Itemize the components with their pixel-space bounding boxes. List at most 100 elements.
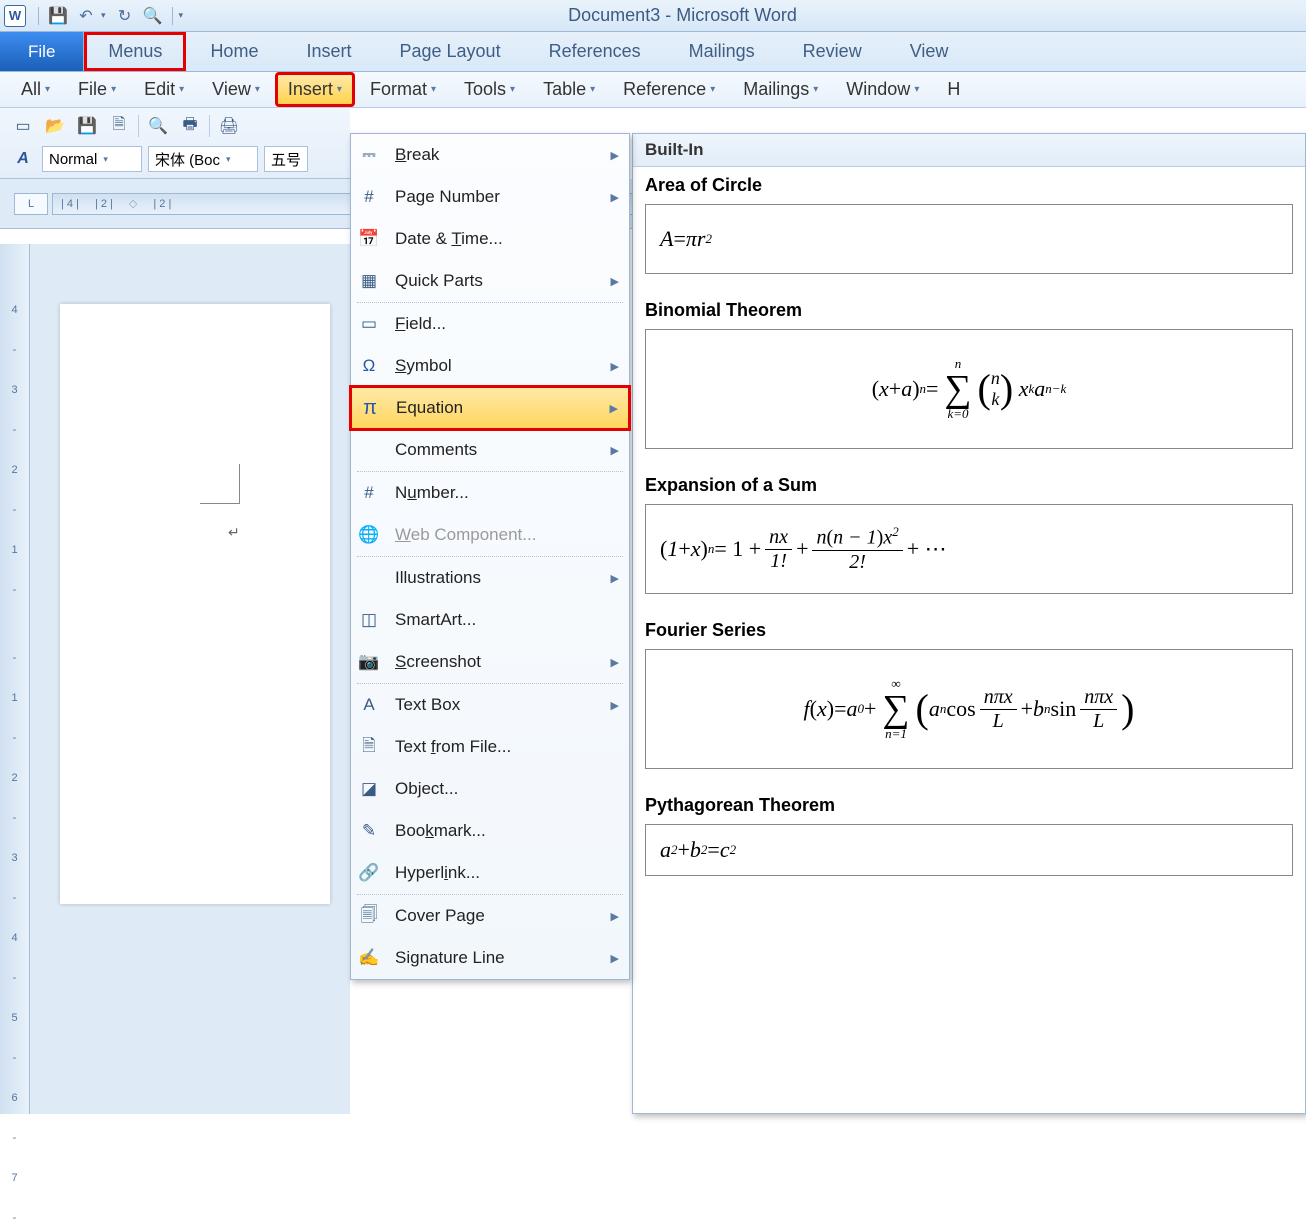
menu-item-break[interactable]: ⎓Break▶	[351, 134, 629, 176]
print-preview-icon[interactable]: 🔍	[145, 114, 171, 138]
classic-menu-view[interactable]: View▾	[201, 74, 271, 105]
menu-item-text-from-file[interactable]: 🗎Text from File...	[351, 726, 629, 768]
menu-item-screenshot[interactable]: 📷Screenshot▶	[351, 641, 629, 683]
classic-menu-edit[interactable]: Edit▾	[133, 74, 195, 105]
redo-icon[interactable]: ↻	[116, 7, 134, 25]
menu-item-signature-line[interactable]: ✍Signature Line▶	[351, 937, 629, 979]
qat-separator	[172, 7, 173, 25]
screenshot-icon: 📷	[357, 650, 381, 674]
page-margin-corner	[200, 464, 240, 504]
eq-preview-binomial[interactable]: (x + a)n = n∑k=0 (nk) xkan−k	[645, 329, 1293, 449]
ribbon-tabs: File Menus Home Insert Page Layout Refer…	[0, 32, 1306, 72]
vertical-ruler[interactable]: 4-3- 2-1- -1- 2-3- 4-5- 6-7-	[0, 244, 30, 1114]
submenu-arrow-icon: ▶	[611, 572, 619, 585]
classic-menu-file[interactable]: File▾	[67, 74, 127, 105]
eq-preview-fourier[interactable]: f(x) = a0 + ∞∑n=1 (an cos nπxL + bn sin …	[645, 649, 1293, 769]
tab-view[interactable]: View	[886, 32, 973, 71]
classic-menu-insert[interactable]: Insert▾	[277, 74, 353, 105]
tab-references[interactable]: References	[525, 32, 665, 71]
classic-menu-window[interactable]: Window▾	[835, 74, 930, 105]
submenu-arrow-icon: ▶	[611, 149, 619, 162]
submenu-arrow-icon: ▶	[611, 656, 619, 669]
font-combo[interactable]: 宋体 (Boc▾	[148, 146, 258, 172]
menu-item-hyperlink[interactable]: 🔗Hyperlink...	[351, 852, 629, 894]
eq-title-binomial: Binomial Theorem	[633, 292, 1305, 325]
new-doc-icon[interactable]: ▭	[10, 114, 36, 138]
ruler-tick: | 2 |	[95, 198, 113, 210]
submenu-arrow-icon: ▶	[611, 910, 619, 923]
signature-icon: ✍	[357, 946, 381, 970]
tab-menus[interactable]: Menus	[84, 32, 186, 71]
open-icon[interactable]: 📂	[42, 114, 68, 138]
document-area: 4-3- 2-1- -1- 2-3- 4-5- 6-7- ↵	[0, 244, 350, 1114]
font-size-combo[interactable]: 五号	[264, 146, 308, 172]
text-from-file-icon: 🗎	[357, 735, 381, 759]
eq-preview-area-circle[interactable]: A = πr2	[645, 204, 1293, 274]
web-component-icon: 🌐	[357, 523, 381, 547]
menu-item-bookmark[interactable]: ✎Bookmark...	[351, 810, 629, 852]
word-app-icon: W	[4, 5, 26, 27]
print-icon[interactable]: 🖨	[216, 114, 242, 138]
classic-menu-mailings[interactable]: Mailings▾	[732, 74, 829, 105]
print-preview-icon[interactable]: 🔍	[144, 7, 162, 25]
submenu-arrow-icon: ▶	[611, 699, 619, 712]
toolbar-area: ▭ 📂 💾 🗎 🔍 🖶 🖨 A Normal▾ 宋体 (Boc▾ 五号	[0, 108, 350, 179]
tab-insert[interactable]: Insert	[282, 32, 375, 71]
menu-item-page-number[interactable]: #Page Number▶	[351, 176, 629, 218]
classic-menu-help[interactable]: H	[936, 74, 971, 105]
menu-item-number[interactable]: #Number...	[351, 472, 629, 514]
equation-gallery: Built-In Area of Circle A = πr2 Binomial…	[632, 133, 1306, 1114]
save-icon[interactable]: 💾	[74, 114, 100, 138]
cover-page-icon: 🗐	[357, 904, 381, 928]
menu-item-smartart[interactable]: ◫SmartArt...	[351, 599, 629, 641]
qat-separator	[38, 7, 39, 25]
menu-item-object[interactable]: ◪Object...	[351, 768, 629, 810]
quick-parts-icon: ▦	[357, 269, 381, 293]
tab-selector-icon[interactable]: L	[14, 193, 48, 215]
eq-title-expansion: Expansion of a Sum	[633, 467, 1305, 500]
field-icon: ▭	[357, 312, 381, 336]
tab-home[interactable]: Home	[186, 32, 282, 71]
classic-menu-tools[interactable]: Tools▾	[453, 74, 526, 105]
tab-page-layout[interactable]: Page Layout	[375, 32, 524, 71]
submenu-arrow-icon: ▶	[610, 402, 618, 415]
classic-menu-all[interactable]: All▾	[10, 74, 61, 105]
undo-dropdown-icon[interactable]: ▾	[101, 10, 106, 21]
classic-menu-table[interactable]: Table▾	[532, 74, 606, 105]
menu-item-illustrations[interactable]: Illustrations▶	[351, 557, 629, 599]
tab-review[interactable]: Review	[779, 32, 886, 71]
classic-menu-reference[interactable]: Reference▾	[612, 74, 726, 105]
gallery-header: Built-In	[633, 134, 1305, 167]
tab-mailings[interactable]: Mailings	[665, 32, 779, 71]
date-time-icon: 📅	[357, 227, 381, 251]
undo-icon[interactable]: ↶	[77, 7, 95, 25]
file-tab[interactable]: File	[0, 32, 84, 71]
menu-item-comments[interactable]: Comments▶	[351, 429, 629, 471]
eq-title-area-circle: Area of Circle	[633, 167, 1305, 200]
number-icon: #	[357, 481, 381, 505]
classic-menu-format[interactable]: Format▾	[359, 74, 447, 105]
ruler-tick: | 2 |	[153, 198, 171, 210]
eq-preview-pythagorean[interactable]: a2 + b2 = c2	[645, 824, 1293, 876]
menu-item-cover-page[interactable]: 🗐Cover Page▶	[351, 895, 629, 937]
style-combo[interactable]: Normal▾	[42, 146, 142, 172]
document-page[interactable]: ↵	[60, 304, 330, 904]
menu-item-equation[interactable]: πEquation▶	[351, 387, 629, 429]
menu-item-symbol[interactable]: ΩSymbol▶	[351, 345, 629, 387]
menu-item-quick-parts[interactable]: ▦Quick Parts▶	[351, 260, 629, 302]
submenu-arrow-icon: ▶	[611, 360, 619, 373]
smartart-icon: ◫	[357, 608, 381, 632]
save-icon[interactable]: 💾	[49, 7, 67, 25]
text-box-icon: A	[357, 693, 381, 717]
menu-item-field[interactable]: ▭Field...	[351, 303, 629, 345]
quick-print-icon[interactable]: 🖶	[177, 114, 203, 138]
saveas-icon[interactable]: 🗎	[106, 114, 132, 138]
font-dialog-icon[interactable]: A	[10, 147, 36, 171]
submenu-arrow-icon: ▶	[611, 444, 619, 457]
eq-preview-expansion[interactable]: (1 + x)n = 1 + nx1! + n(n − 1)x22! + ⋯	[645, 504, 1293, 594]
hyperlink-icon: 🔗	[357, 861, 381, 885]
window-title: Document3 - Microsoft Word	[183, 5, 1302, 26]
menu-item-date-time[interactable]: 📅Date & Time...	[351, 218, 629, 260]
page-number-icon: #	[357, 185, 381, 209]
menu-item-text-box[interactable]: AText Box▶	[351, 684, 629, 726]
